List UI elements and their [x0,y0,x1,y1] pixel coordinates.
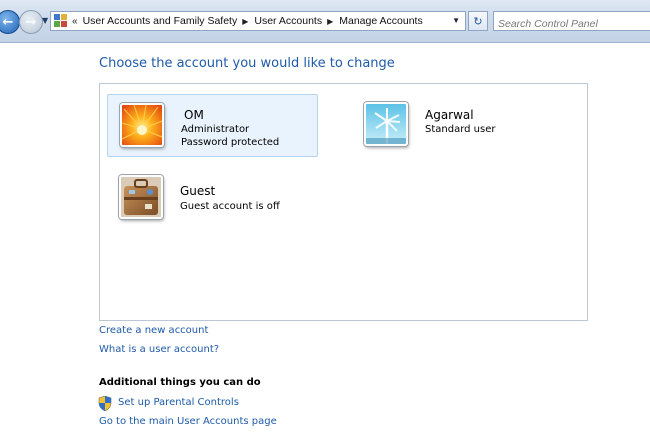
uac-shield-icon [98,396,112,411]
main-user-accounts-page-link[interactable]: Go to the main User Accounts page [99,416,277,427]
search-input[interactable] [498,16,648,32]
account-type-agarwal: Standard user [425,124,496,135]
additional-things-heading: Additional things you can do [99,377,261,388]
account-tile-om[interactable]: OM Administrator Password protected [107,94,318,157]
account-type-om: Administrator [181,124,250,135]
page-title: Choose the account you would like to cha… [99,56,395,71]
recent-pages-dropdown-icon[interactable]: ▼ [42,16,48,25]
account-status-guest: Guest account is off [180,201,280,212]
refresh-button[interactable]: ↻ [468,11,488,31]
search-box[interactable] [493,11,650,32]
breadcrumb-separator-icon[interactable]: ▶ [242,17,248,26]
flower-picture-icon [120,103,164,147]
account-name-agarwal: Agarwal [425,108,474,122]
refresh-icon: ↻ [473,14,483,28]
control-panel-icon [54,14,68,28]
parental-controls-link[interactable]: Set up Parental Controls [118,397,239,408]
back-arrow-icon: ← [2,14,14,30]
back-button[interactable]: ← [0,10,20,34]
breadcrumb-user-accounts-family-safety[interactable]: User Accounts and Family Safety [83,15,238,27]
navigation-bar: ← → ▼ « User Accounts and Family Safety … [0,0,650,43]
suitcase-picture-icon [119,175,163,219]
breadcrumb-separator-icon[interactable]: ▶ [327,17,333,26]
accounts-panel: OM Administrator Password protected Agar… [99,83,588,321]
breadcrumb-manage-accounts[interactable]: Manage Accounts [339,15,422,27]
account-status-om: Password protected [181,137,280,148]
breadcrumb-user-accounts[interactable]: User Accounts [254,15,322,27]
account-name-om: OM [184,108,204,122]
windmill-picture-icon [364,102,408,146]
breadcrumb-overflow-icon[interactable]: « [72,16,78,27]
forward-button[interactable]: → [19,10,43,34]
forward-arrow-icon: → [25,14,37,30]
address-dropdown-icon[interactable]: ▼ [452,16,460,25]
account-name-guest: Guest [180,184,216,198]
account-tile-agarwal[interactable]: Agarwal Standard user [352,94,563,157]
address-bar[interactable]: « User Accounts and Family Safety ▶ User… [50,11,466,31]
what-is-user-account-link[interactable]: What is a user account? [99,344,219,355]
account-tile-guest[interactable]: Guest Guest account is off [107,171,318,234]
create-new-account-link[interactable]: Create a new account [99,325,208,336]
